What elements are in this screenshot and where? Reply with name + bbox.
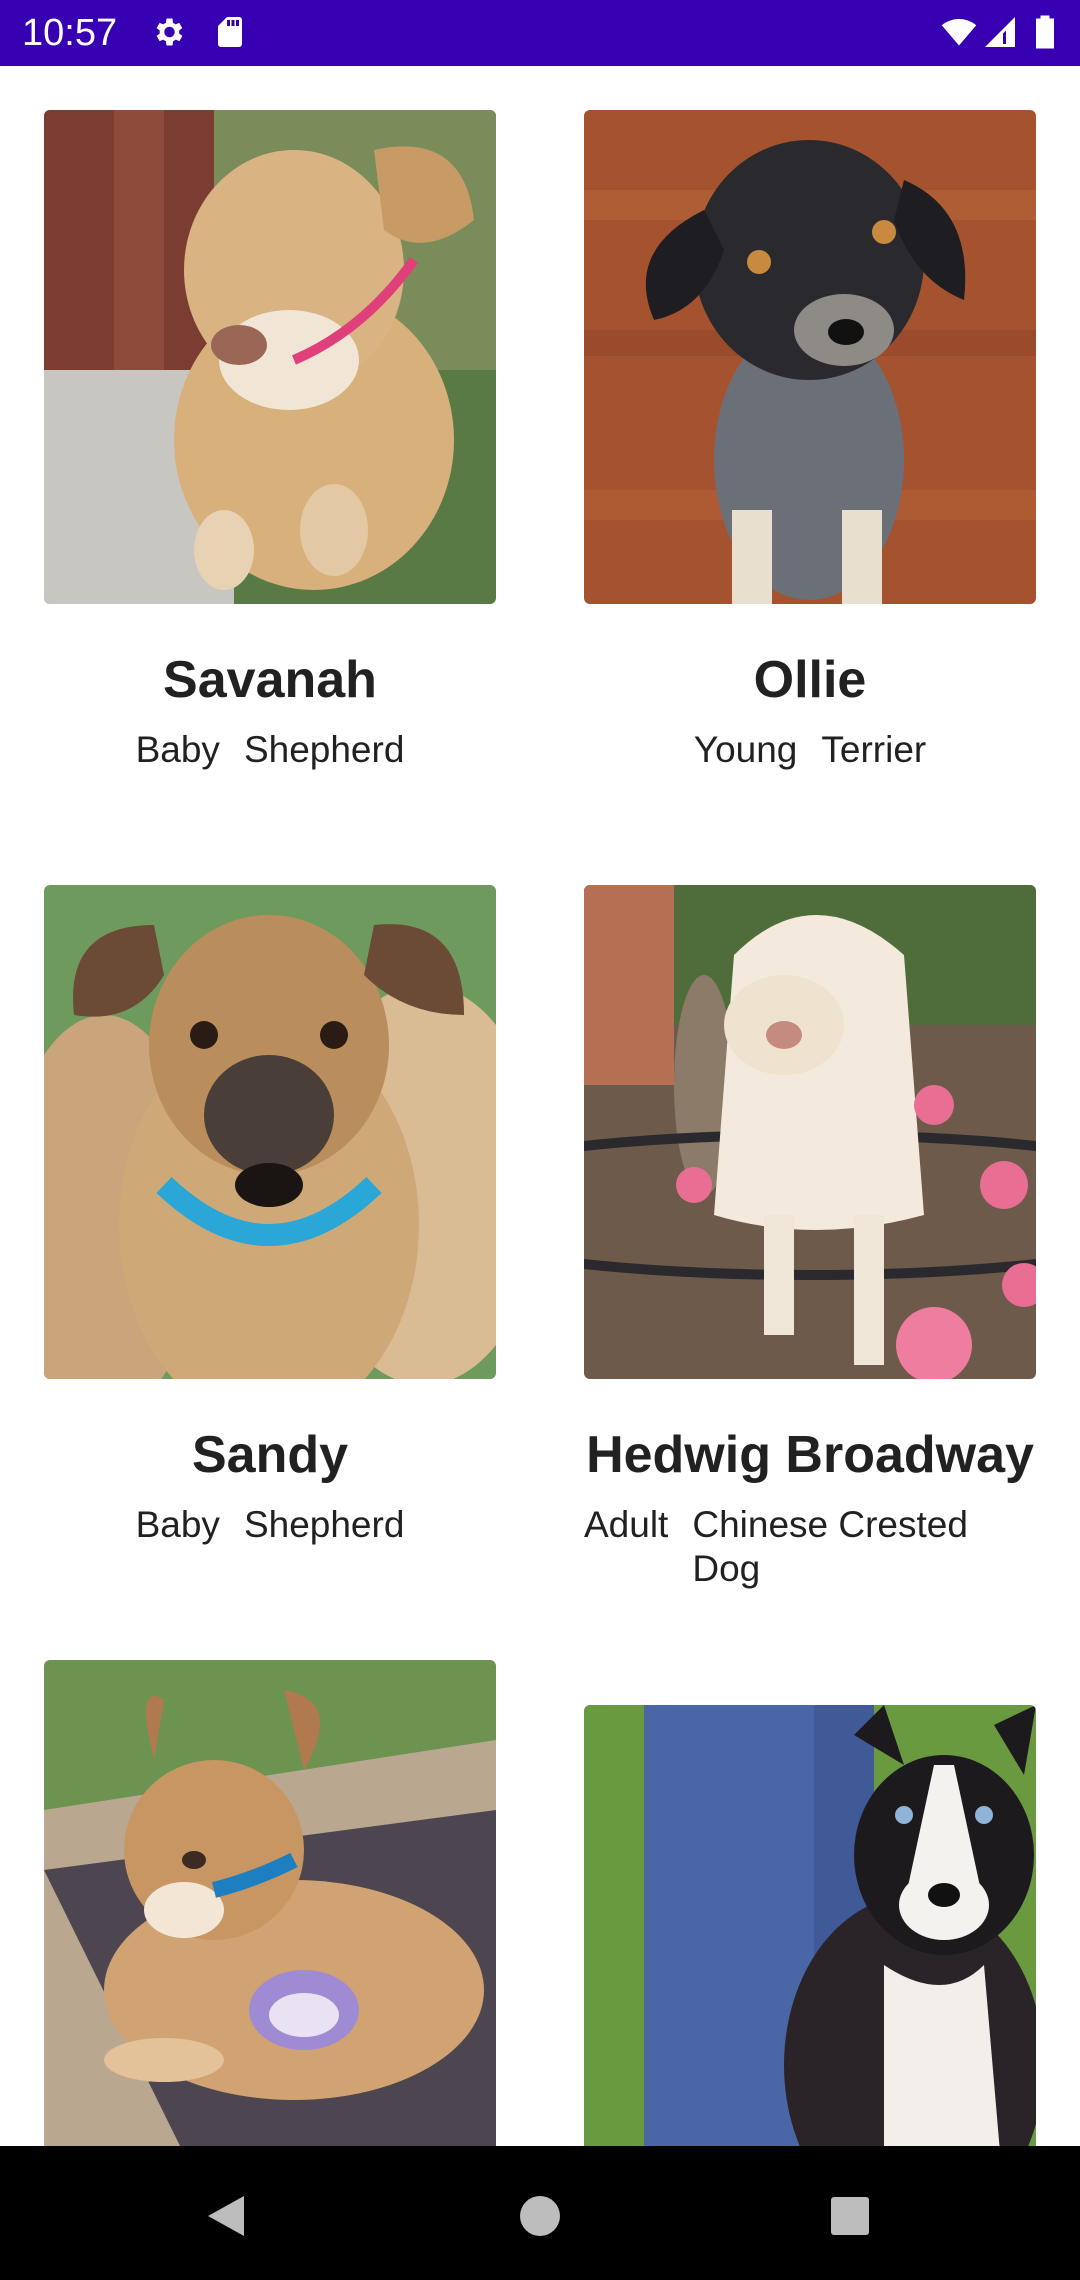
pet-age: Adult xyxy=(584,1504,669,1545)
pet-breed: Chinese Crested Dog xyxy=(692,1504,968,1589)
sd-card-icon xyxy=(212,14,248,50)
battery-icon xyxy=(1034,14,1058,50)
pet-meta: Baby Shepherd xyxy=(44,728,496,772)
pet-card[interactable]: Sandy Baby Shepherd xyxy=(44,885,496,1565)
pet-age: Baby xyxy=(135,1504,220,1545)
pet-meta: Young Terrier xyxy=(584,728,1036,772)
pet-meta: Adult Chinese Crested Dog xyxy=(584,1503,1036,1591)
pet-photo[interactable] xyxy=(584,110,1036,604)
pet-photo[interactable] xyxy=(44,110,496,604)
pet-breed: Shepherd xyxy=(243,729,405,770)
pet-breed: Shepherd xyxy=(243,1504,405,1545)
status-bar: 10:57 xyxy=(0,0,1080,66)
navigation-bar xyxy=(0,2146,1080,2280)
wifi-icon xyxy=(938,14,980,50)
pet-photo[interactable] xyxy=(44,885,496,1379)
signal-icon xyxy=(982,14,1018,50)
recents-icon[interactable] xyxy=(820,2186,880,2246)
pet-name: Sandy xyxy=(191,1426,349,1484)
home-icon[interactable] xyxy=(510,2186,570,2246)
pet-age: Young xyxy=(693,729,798,770)
gear-icon xyxy=(150,14,186,50)
back-icon[interactable] xyxy=(196,2186,256,2246)
pet-meta: Baby Shepherd xyxy=(44,1503,496,1547)
pet-name: Savanah xyxy=(163,651,377,709)
pet-card[interactable] xyxy=(44,1660,496,2146)
pet-name: Ollie xyxy=(753,651,867,709)
pet-photo[interactable] xyxy=(584,1705,1036,2146)
pet-photo[interactable] xyxy=(584,885,1036,1379)
pet-card[interactable]: Ollie Young Terrier xyxy=(584,110,1036,790)
pet-breed: Terrier xyxy=(821,729,927,770)
pet-photo[interactable] xyxy=(44,1660,496,2146)
status-time: 10:57 xyxy=(22,12,118,54)
pet-age: Baby xyxy=(135,729,220,770)
pet-card[interactable]: Hedwig Broadway Adult Chinese Crested Do… xyxy=(584,885,1036,1605)
pet-card[interactable]: Savanah Baby Shepherd xyxy=(44,110,496,790)
pet-name: Hedwig Broadway xyxy=(586,1426,1034,1484)
pet-card[interactable] xyxy=(584,1705,1036,2146)
